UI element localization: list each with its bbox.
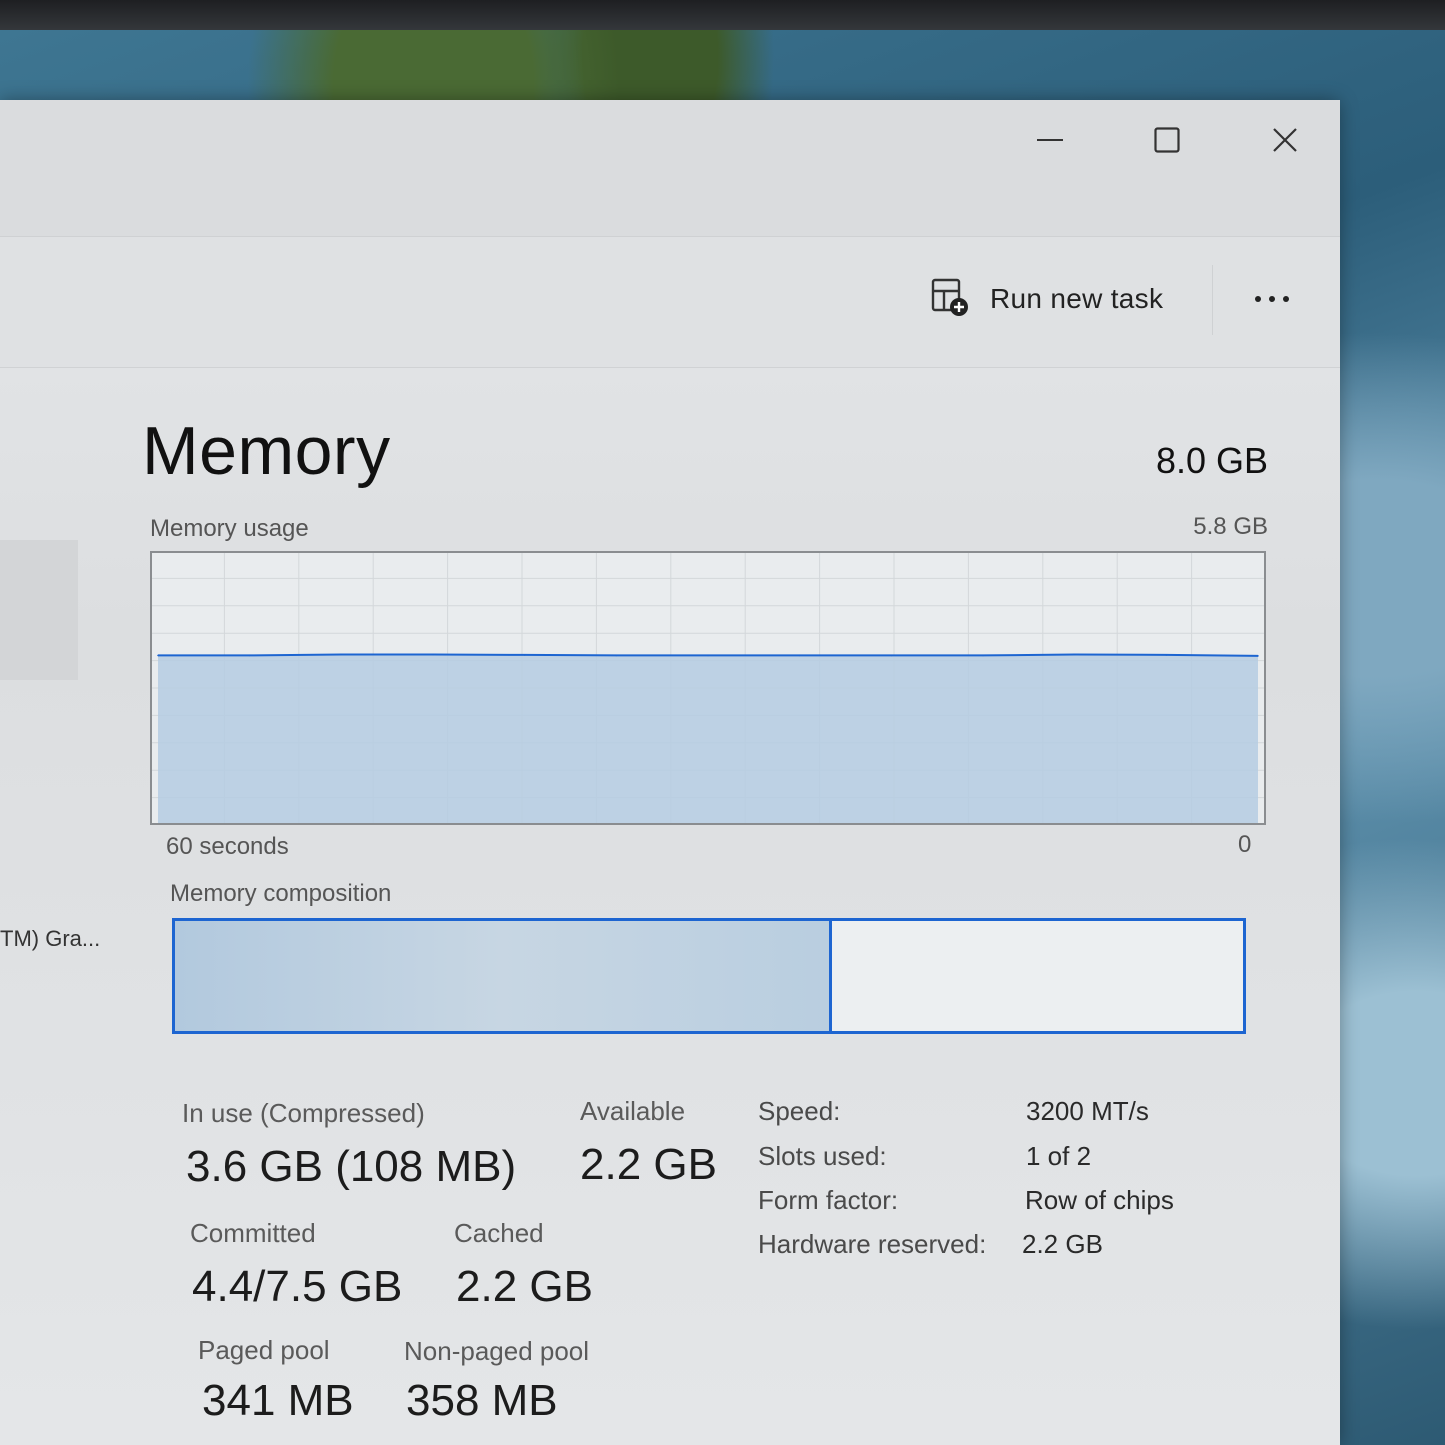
slots-used-value: 1 of 2 — [1026, 1141, 1092, 1171]
time-end-label: 0 — [1238, 831, 1252, 858]
available-value: 2.2 GB — [580, 1140, 717, 1189]
minimize-icon — [1037, 138, 1063, 142]
memory-usage-point — [982, 654, 984, 657]
close-icon — [1272, 127, 1298, 153]
memory-usage-label: Memory usage — [150, 515, 309, 542]
non-paged-pool-label: Non-paged pool — [404, 1336, 590, 1366]
memory-usage-max: 5.8 GB — [1193, 513, 1268, 540]
close-button[interactable] — [1255, 118, 1315, 162]
cached-value: 2.2 GB — [456, 1262, 593, 1311]
non-paged-pool-value: 358 MB — [406, 1376, 558, 1425]
maximize-icon — [1154, 127, 1180, 153]
hardware-reserved-value: 2.2 GB — [1022, 1229, 1103, 1259]
composition-available-segment — [831, 921, 1243, 1031]
cached-label: Cached — [454, 1218, 544, 1248]
maximize-button[interactable] — [1137, 118, 1197, 162]
memory-usage-point — [615, 654, 618, 657]
run-task-icon — [930, 277, 970, 322]
more-icon — [1255, 296, 1289, 302]
memory-usage-point — [523, 654, 526, 656]
sidebar-item-gpu-label[interactable]: TM) Gra... — [0, 926, 100, 952]
paged-pool-label: Paged pool — [198, 1335, 330, 1365]
screen-bezel — [0, 0, 1445, 30]
memory-total: 8.0 GB — [1155, 440, 1268, 481]
memory-usage-point — [432, 653, 434, 656]
committed-value: 4.4/7.5 GB — [192, 1262, 403, 1311]
toolbar-divider — [1212, 265, 1213, 335]
committed-label: Committed — [190, 1218, 316, 1248]
memory-usage-point — [798, 654, 801, 657]
memory-usage-graph — [150, 551, 1266, 825]
memory-usage-point — [1257, 655, 1259, 657]
paged-pool-value: 341 MB — [202, 1376, 354, 1425]
in-use-value: 3.6 GB (108 MB) — [186, 1142, 517, 1191]
form-factor-value: Row of chips — [1025, 1185, 1174, 1215]
command-bar: Run new task — [0, 237, 1340, 368]
memory-usage-point — [1165, 654, 1168, 656]
in-use-label: In use (Compressed) — [182, 1098, 425, 1128]
form-factor-key: Form factor: — [758, 1185, 899, 1215]
run-new-task-button[interactable]: Run new task — [930, 277, 1163, 321]
memory-composition-label: Memory composition — [170, 880, 392, 907]
memory-usage-point — [248, 654, 251, 657]
memory-usage-point — [707, 654, 709, 657]
more-options-button[interactable] — [1240, 279, 1304, 319]
composition-in-use-segment — [175, 921, 832, 1031]
memory-usage-point — [340, 653, 343, 656]
speed-key: Speed: — [758, 1096, 841, 1126]
memory-usage-point — [157, 654, 159, 657]
memory-usage-point — [1073, 653, 1076, 656]
time-start-label: 60 seconds — [166, 833, 289, 860]
task-manager-window: Run new task TM) Gra... Memory 8.0 GB Me… — [0, 100, 1340, 1445]
minimize-button[interactable] — [1020, 118, 1080, 162]
title-bar — [0, 100, 1340, 237]
run-new-task-label: Run new task — [990, 283, 1164, 314]
hardware-reserved-key: Hardware reserved: — [758, 1229, 987, 1259]
speed-value: 3200 MT/s — [1026, 1096, 1149, 1126]
memory-usage-point — [890, 654, 893, 657]
slots-used-key: Slots used: — [758, 1141, 887, 1171]
available-label: Available — [580, 1096, 686, 1126]
page-title: Memory — [142, 413, 391, 489]
sidebar-selected-item[interactable] — [0, 540, 78, 680]
memory-composition-bar — [172, 918, 1246, 1034]
memory-usage-area — [158, 654, 1258, 823]
